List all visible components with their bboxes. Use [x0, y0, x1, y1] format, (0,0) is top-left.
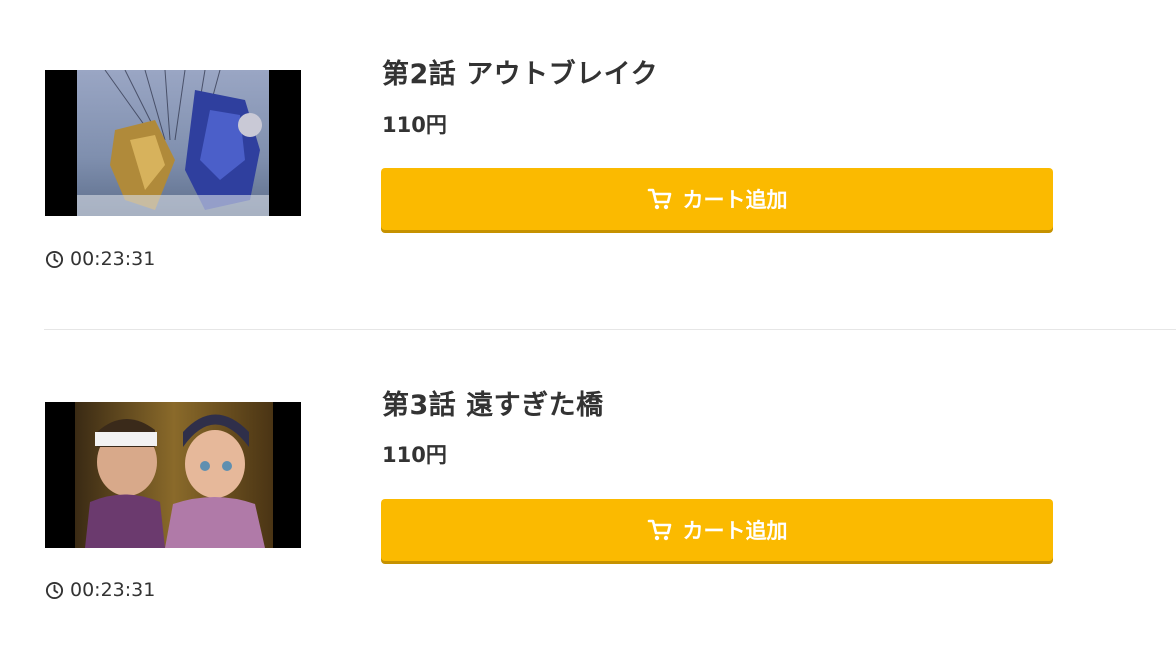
cart-icon: [647, 519, 671, 541]
duration-text: 00:23:31: [70, 579, 156, 601]
episode-thumbnail[interactable]: [45, 70, 301, 216]
clock-icon: [45, 250, 64, 268]
thumbnail-image: [45, 402, 301, 548]
episode-duration: 00:23:31: [45, 248, 155, 270]
duration-text: 00:23:31: [70, 248, 156, 270]
clock-icon: [45, 581, 64, 599]
episode-item: 00:23:31 第3話 遠すぎた橋 110円 カート追加: [0, 331, 1176, 648]
episode-price: 110円: [382, 113, 447, 137]
episode-title[interactable]: 第3話 遠すぎた橋: [382, 383, 604, 422]
episode-divider: [44, 329, 1176, 330]
cart-icon: [647, 188, 671, 210]
episode-thumbnail[interactable]: [45, 402, 301, 548]
episode-title[interactable]: 第2話 アウトブレイク: [382, 52, 658, 91]
add-to-cart-label: カート追加: [682, 519, 788, 543]
episode-price: 110円: [382, 443, 447, 467]
thumbnail-image: [45, 70, 301, 216]
episode-item: 00:23:31 第2話 アウトブレイク 110円 カート追加: [0, 0, 1176, 330]
episode-duration: 00:23:31: [45, 579, 155, 601]
add-to-cart-label: カート追加: [682, 188, 788, 212]
add-to-cart-button[interactable]: カート追加: [381, 168, 1053, 230]
add-to-cart-button[interactable]: カート追加: [381, 499, 1053, 561]
